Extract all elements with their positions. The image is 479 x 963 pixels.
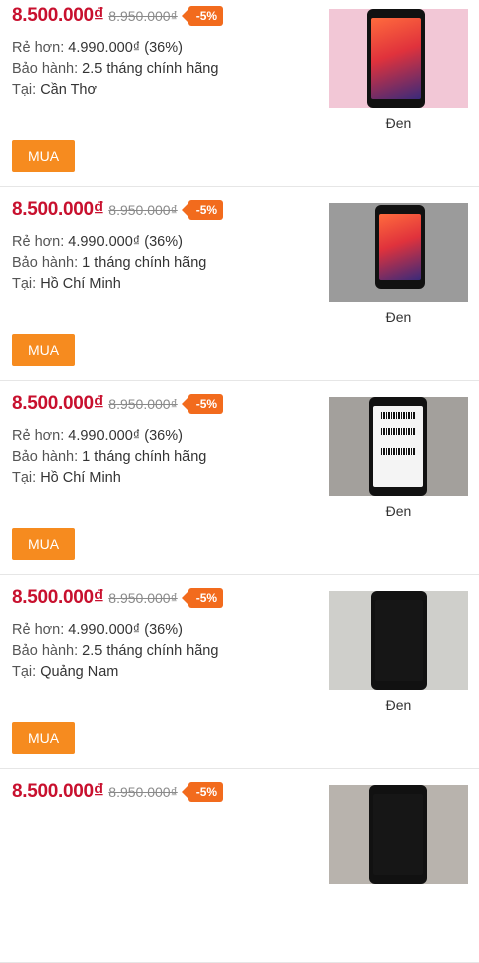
phone-icon (375, 205, 425, 289)
saving-line: Rẻ hơn: 4.990.000₫ (36%) (12, 426, 206, 447)
product-image[interactable] (329, 9, 468, 108)
original-price: 8.950.000₫ (108, 784, 178, 800)
price-row: 8.500.000₫ 8.950.000₫ -5% (12, 5, 224, 27)
location-line: Tại: Cần Thơ (12, 80, 218, 101)
color-label: Đen (385, 697, 412, 713)
location-label: Tại: (12, 276, 37, 292)
location-value: Cần Thơ (40, 82, 97, 98)
location-value: Hồ Chí Minh (40, 470, 121, 486)
listing-info: Rẻ hơn: 4.990.000₫ (36%) Bảo hành: 2.5 t… (12, 38, 218, 101)
warranty-value: 2.5 tháng chính hãng (82, 643, 219, 659)
buy-button[interactable]: MUA (12, 722, 75, 754)
location-label: Tại: (12, 82, 37, 98)
warranty-label: Bảo hành: (12, 643, 79, 659)
warranty-value: 1 tháng chính hãng (82, 255, 207, 271)
saving-line: Rẻ hơn: 4.990.000₫ (36%) (12, 38, 218, 59)
saving-value: 4.990.000₫ (36%) (68, 622, 183, 638)
price-row: 8.500.000₫ 8.950.000₫ -5% (12, 587, 224, 609)
warranty-label: Bảo hành: (12, 61, 79, 77)
color-label: Đen (385, 309, 412, 325)
listing-card[interactable]: 8.500.000₫ 8.950.000₫ -5% Rẻ hơn: 4.990.… (0, 381, 479, 575)
saving-line: Rẻ hơn: 4.990.000₫ (36%) (12, 232, 206, 253)
original-price: 8.950.000₫ (108, 8, 178, 24)
price-row: 8.500.000₫ 8.950.000₫ -5% (12, 199, 224, 221)
discount-badge: -5% (181, 200, 224, 220)
location-line: Tại: Hồ Chí Minh (12, 468, 206, 489)
location-value: Hồ Chí Minh (40, 276, 121, 292)
color-label: Đen (385, 115, 412, 131)
warranty-label: Bảo hành: (12, 255, 79, 271)
saving-value: 4.990.000₫ (36%) (68, 428, 183, 444)
saving-label: Rẻ hơn: (12, 428, 65, 444)
listing-info: Rẻ hơn: 4.990.000₫ (36%) Bảo hành: 1 thá… (12, 232, 206, 295)
color-label: Đen (385, 503, 412, 519)
saving-label: Rẻ hơn: (12, 234, 65, 250)
sale-price: 8.500.000₫ (12, 393, 104, 414)
original-price: 8.950.000₫ (108, 202, 178, 218)
warranty-label: Bảo hành: (12, 449, 79, 465)
price-row: 8.500.000₫ 8.950.000₫ -5% (12, 393, 224, 415)
listing-card[interactable]: 8.500.000₫ 8.950.000₫ -5% Rẻ hơn: 4.990.… (0, 0, 479, 187)
product-image[interactable] (329, 591, 468, 690)
saving-line: Rẻ hơn: 4.990.000₫ (36%) (12, 620, 218, 641)
warranty-line: Bảo hành: 1 tháng chính hãng (12, 253, 206, 274)
location-value: Quảng Nam (40, 664, 119, 680)
phone-icon (367, 9, 425, 108)
listing-info: Rẻ hơn: 4.990.000₫ (36%) Bảo hành: 1 thá… (12, 426, 206, 489)
warranty-line: Bảo hành: 2.5 tháng chính hãng (12, 59, 218, 80)
listing-card[interactable]: 8.500.000₫ 8.950.000₫ -5% (0, 769, 479, 963)
saving-value: 4.990.000₫ (36%) (68, 234, 183, 250)
location-line: Tại: Hồ Chí Minh (12, 274, 206, 295)
discount-badge: -5% (181, 782, 224, 802)
saving-value: 4.990.000₫ (36%) (68, 40, 183, 56)
location-line: Tại: Quảng Nam (12, 662, 218, 683)
sale-price: 8.500.000₫ (12, 587, 104, 608)
location-label: Tại: (12, 470, 37, 486)
discount-badge: -5% (181, 6, 224, 26)
buy-button[interactable]: MUA (12, 140, 75, 172)
buy-button[interactable]: MUA (12, 334, 75, 366)
warranty-line: Bảo hành: 2.5 tháng chính hãng (12, 641, 218, 662)
sale-price: 8.500.000₫ (12, 5, 104, 26)
warranty-line: Bảo hành: 1 tháng chính hãng (12, 447, 206, 468)
listing-info: Rẻ hơn: 4.990.000₫ (36%) Bảo hành: 2.5 t… (12, 620, 218, 683)
saving-label: Rẻ hơn: (12, 622, 65, 638)
discount-badge: -5% (181, 588, 224, 608)
product-image[interactable] (329, 203, 468, 302)
original-price: 8.950.000₫ (108, 396, 178, 412)
sale-price: 8.500.000₫ (12, 199, 104, 220)
phone-icon (371, 591, 427, 690)
original-price: 8.950.000₫ (108, 590, 178, 606)
listing-card[interactable]: 8.500.000₫ 8.950.000₫ -5% Rẻ hơn: 4.990.… (0, 575, 479, 769)
listing-list: 8.500.000₫ 8.950.000₫ -5% Rẻ hơn: 4.990.… (0, 0, 479, 963)
warranty-value: 2.5 tháng chính hãng (82, 61, 219, 77)
saving-label: Rẻ hơn: (12, 40, 65, 56)
discount-badge: -5% (181, 394, 224, 414)
listing-card[interactable]: 8.500.000₫ 8.950.000₫ -5% Rẻ hơn: 4.990.… (0, 187, 479, 381)
warranty-value: 1 tháng chính hãng (82, 449, 207, 465)
location-label: Tại: (12, 664, 37, 680)
buy-button[interactable]: MUA (12, 528, 75, 560)
phone-icon (369, 397, 427, 496)
product-image[interactable] (329, 397, 468, 496)
